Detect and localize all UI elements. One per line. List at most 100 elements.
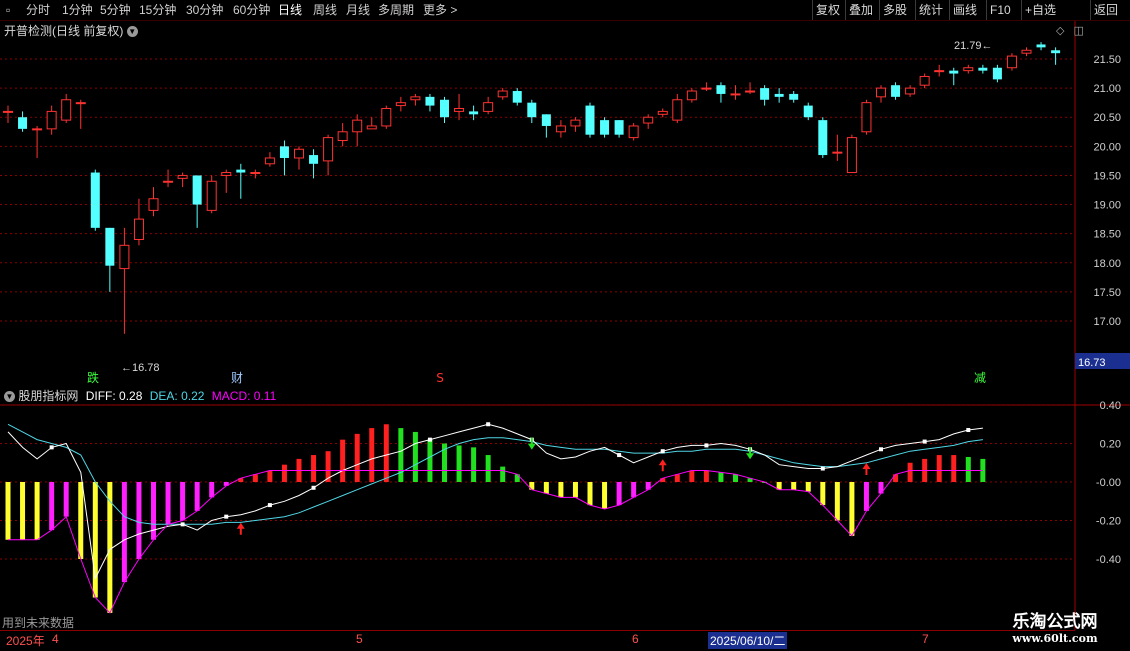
candle-body[interactable] [570, 119, 581, 127]
candle-body[interactable] [381, 107, 392, 127]
candle-body[interactable] [3, 110, 13, 113]
macd-bar[interactable] [456, 445, 462, 482]
macd-bar[interactable] [180, 482, 186, 521]
macd-bar[interactable] [311, 455, 317, 482]
toolbar-button-4[interactable]: 画线 [953, 2, 977, 18]
macd-bar[interactable] [703, 470, 709, 482]
macd-bar[interactable] [252, 474, 258, 482]
macd-bar[interactable] [631, 482, 637, 498]
candle-body[interactable] [803, 105, 813, 118]
candle-body[interactable] [75, 102, 86, 105]
candle-body[interactable] [600, 120, 610, 135]
candle-body[interactable] [309, 155, 319, 164]
macd-bar[interactable] [849, 482, 855, 536]
chevron-down-icon[interactable]: ▼ [126, 26, 138, 38]
candle-body[interactable] [876, 87, 886, 98]
chevron-down-icon[interactable]: ▼ [4, 391, 15, 403]
candle-body[interactable] [18, 117, 28, 129]
period-tab-0[interactable]: 分时 [26, 2, 50, 18]
candle-body[interactable] [133, 218, 144, 240]
candle-body[interactable] [672, 99, 683, 121]
candle-body[interactable] [250, 172, 261, 175]
candle-body[interactable] [1021, 49, 1032, 54]
candle-body[interactable] [236, 169, 246, 173]
macd-bar[interactable] [733, 474, 738, 482]
candle-body[interactable] [905, 87, 916, 95]
macd-bar[interactable] [485, 455, 491, 482]
window-icon[interactable]: ▫ [6, 2, 10, 18]
layout-icon[interactable]: ◫ [1074, 25, 1084, 37]
settings-icons[interactable]: ◇ ◫ [1056, 24, 1084, 37]
candle-body[interactable] [61, 99, 72, 121]
macd-bar[interactable] [834, 482, 840, 521]
macd-bar[interactable] [951, 455, 957, 482]
macd-bar[interactable] [92, 482, 98, 598]
toolbar-button-6[interactable]: +自选 [1025, 2, 1056, 18]
period-tab-5[interactable]: 60分钟 [233, 2, 270, 18]
macd-bar[interactable] [500, 466, 506, 482]
candle-body[interactable] [541, 114, 551, 126]
period-tab-7[interactable]: 周线 [313, 2, 337, 18]
candle-body[interactable] [337, 131, 348, 142]
period-tab-9[interactable]: 多周期 [378, 2, 414, 18]
candle-body[interactable] [1006, 55, 1017, 69]
candlestick-chart[interactable]: 21.50 21.00 20.50 20.00 19.50 19.00 18.50 18.00… [0, 21, 1130, 406]
macd-bar[interactable] [383, 424, 389, 482]
candle-body[interactable] [527, 102, 537, 118]
macd-bar[interactable] [398, 428, 404, 482]
candle-body[interactable] [148, 198, 159, 211]
candle-body[interactable] [716, 85, 726, 94]
candle-body[interactable] [614, 120, 624, 135]
candle-body[interactable] [177, 174, 188, 179]
price-panel-title[interactable]: 开普检测(日线 前复权) ▼ [4, 22, 138, 39]
toolbar-button-3[interactable]: 统计 [919, 2, 943, 18]
candle-body[interactable] [686, 90, 697, 101]
candle-body[interactable] [1051, 50, 1061, 54]
candle-body[interactable] [410, 96, 421, 101]
candle-body[interactable] [163, 180, 174, 183]
candle-body[interactable] [919, 75, 930, 86]
macd-bar[interactable] [5, 482, 11, 540]
toolbar-button-7[interactable]: 返回 [1094, 2, 1118, 18]
toolbar-button-2[interactable]: 多股 [883, 2, 907, 18]
macd-bar[interactable] [136, 482, 142, 559]
candle-body[interactable] [425, 96, 435, 106]
candle-body[interactable] [978, 67, 988, 71]
macd-bar[interactable] [616, 482, 622, 506]
candle-body[interactable] [861, 102, 872, 133]
macd-bar[interactable] [863, 482, 869, 511]
toolbar-button-0[interactable]: 复权 [816, 2, 840, 18]
candle-body[interactable] [279, 146, 289, 158]
candle-body[interactable] [891, 85, 901, 97]
macd-bar[interactable] [49, 482, 55, 531]
period-tab-10[interactable]: 更多 > [423, 2, 457, 18]
candle-body[interactable] [90, 172, 100, 228]
toolbar-button-1[interactable]: 叠加 [849, 2, 873, 18]
candle-body[interactable] [657, 110, 668, 115]
macd-bar[interactable] [34, 482, 40, 540]
candle-body[interactable] [264, 157, 275, 165]
macd-bar[interactable] [587, 482, 593, 506]
macd-bar[interactable] [267, 470, 273, 482]
candle-body[interactable] [701, 87, 712, 90]
macd-bar[interactable] [543, 482, 549, 494]
macd-bar[interactable] [340, 439, 346, 482]
candle-body[interactable] [294, 148, 304, 159]
candle-body[interactable] [760, 88, 770, 100]
macd-bar[interactable] [558, 482, 564, 498]
candle-body[interactable] [32, 128, 43, 131]
candle-body[interactable] [469, 111, 479, 115]
macd-bar[interactable] [20, 482, 26, 540]
candle-body[interactable] [789, 93, 799, 100]
macd-bar[interactable] [893, 474, 899, 482]
macd-bar[interactable] [471, 447, 477, 482]
candle-body[interactable] [934, 70, 945, 73]
candle-body[interactable] [192, 175, 202, 205]
period-tab-4[interactable]: 30分钟 [186, 2, 223, 18]
macd-bar[interactable] [427, 439, 433, 482]
macd-bar[interactable] [965, 456, 971, 482]
candle-body[interactable] [963, 67, 974, 72]
candle-body[interactable] [119, 244, 130, 270]
candle-body[interactable] [818, 120, 828, 156]
candle-body[interactable] [46, 110, 57, 130]
